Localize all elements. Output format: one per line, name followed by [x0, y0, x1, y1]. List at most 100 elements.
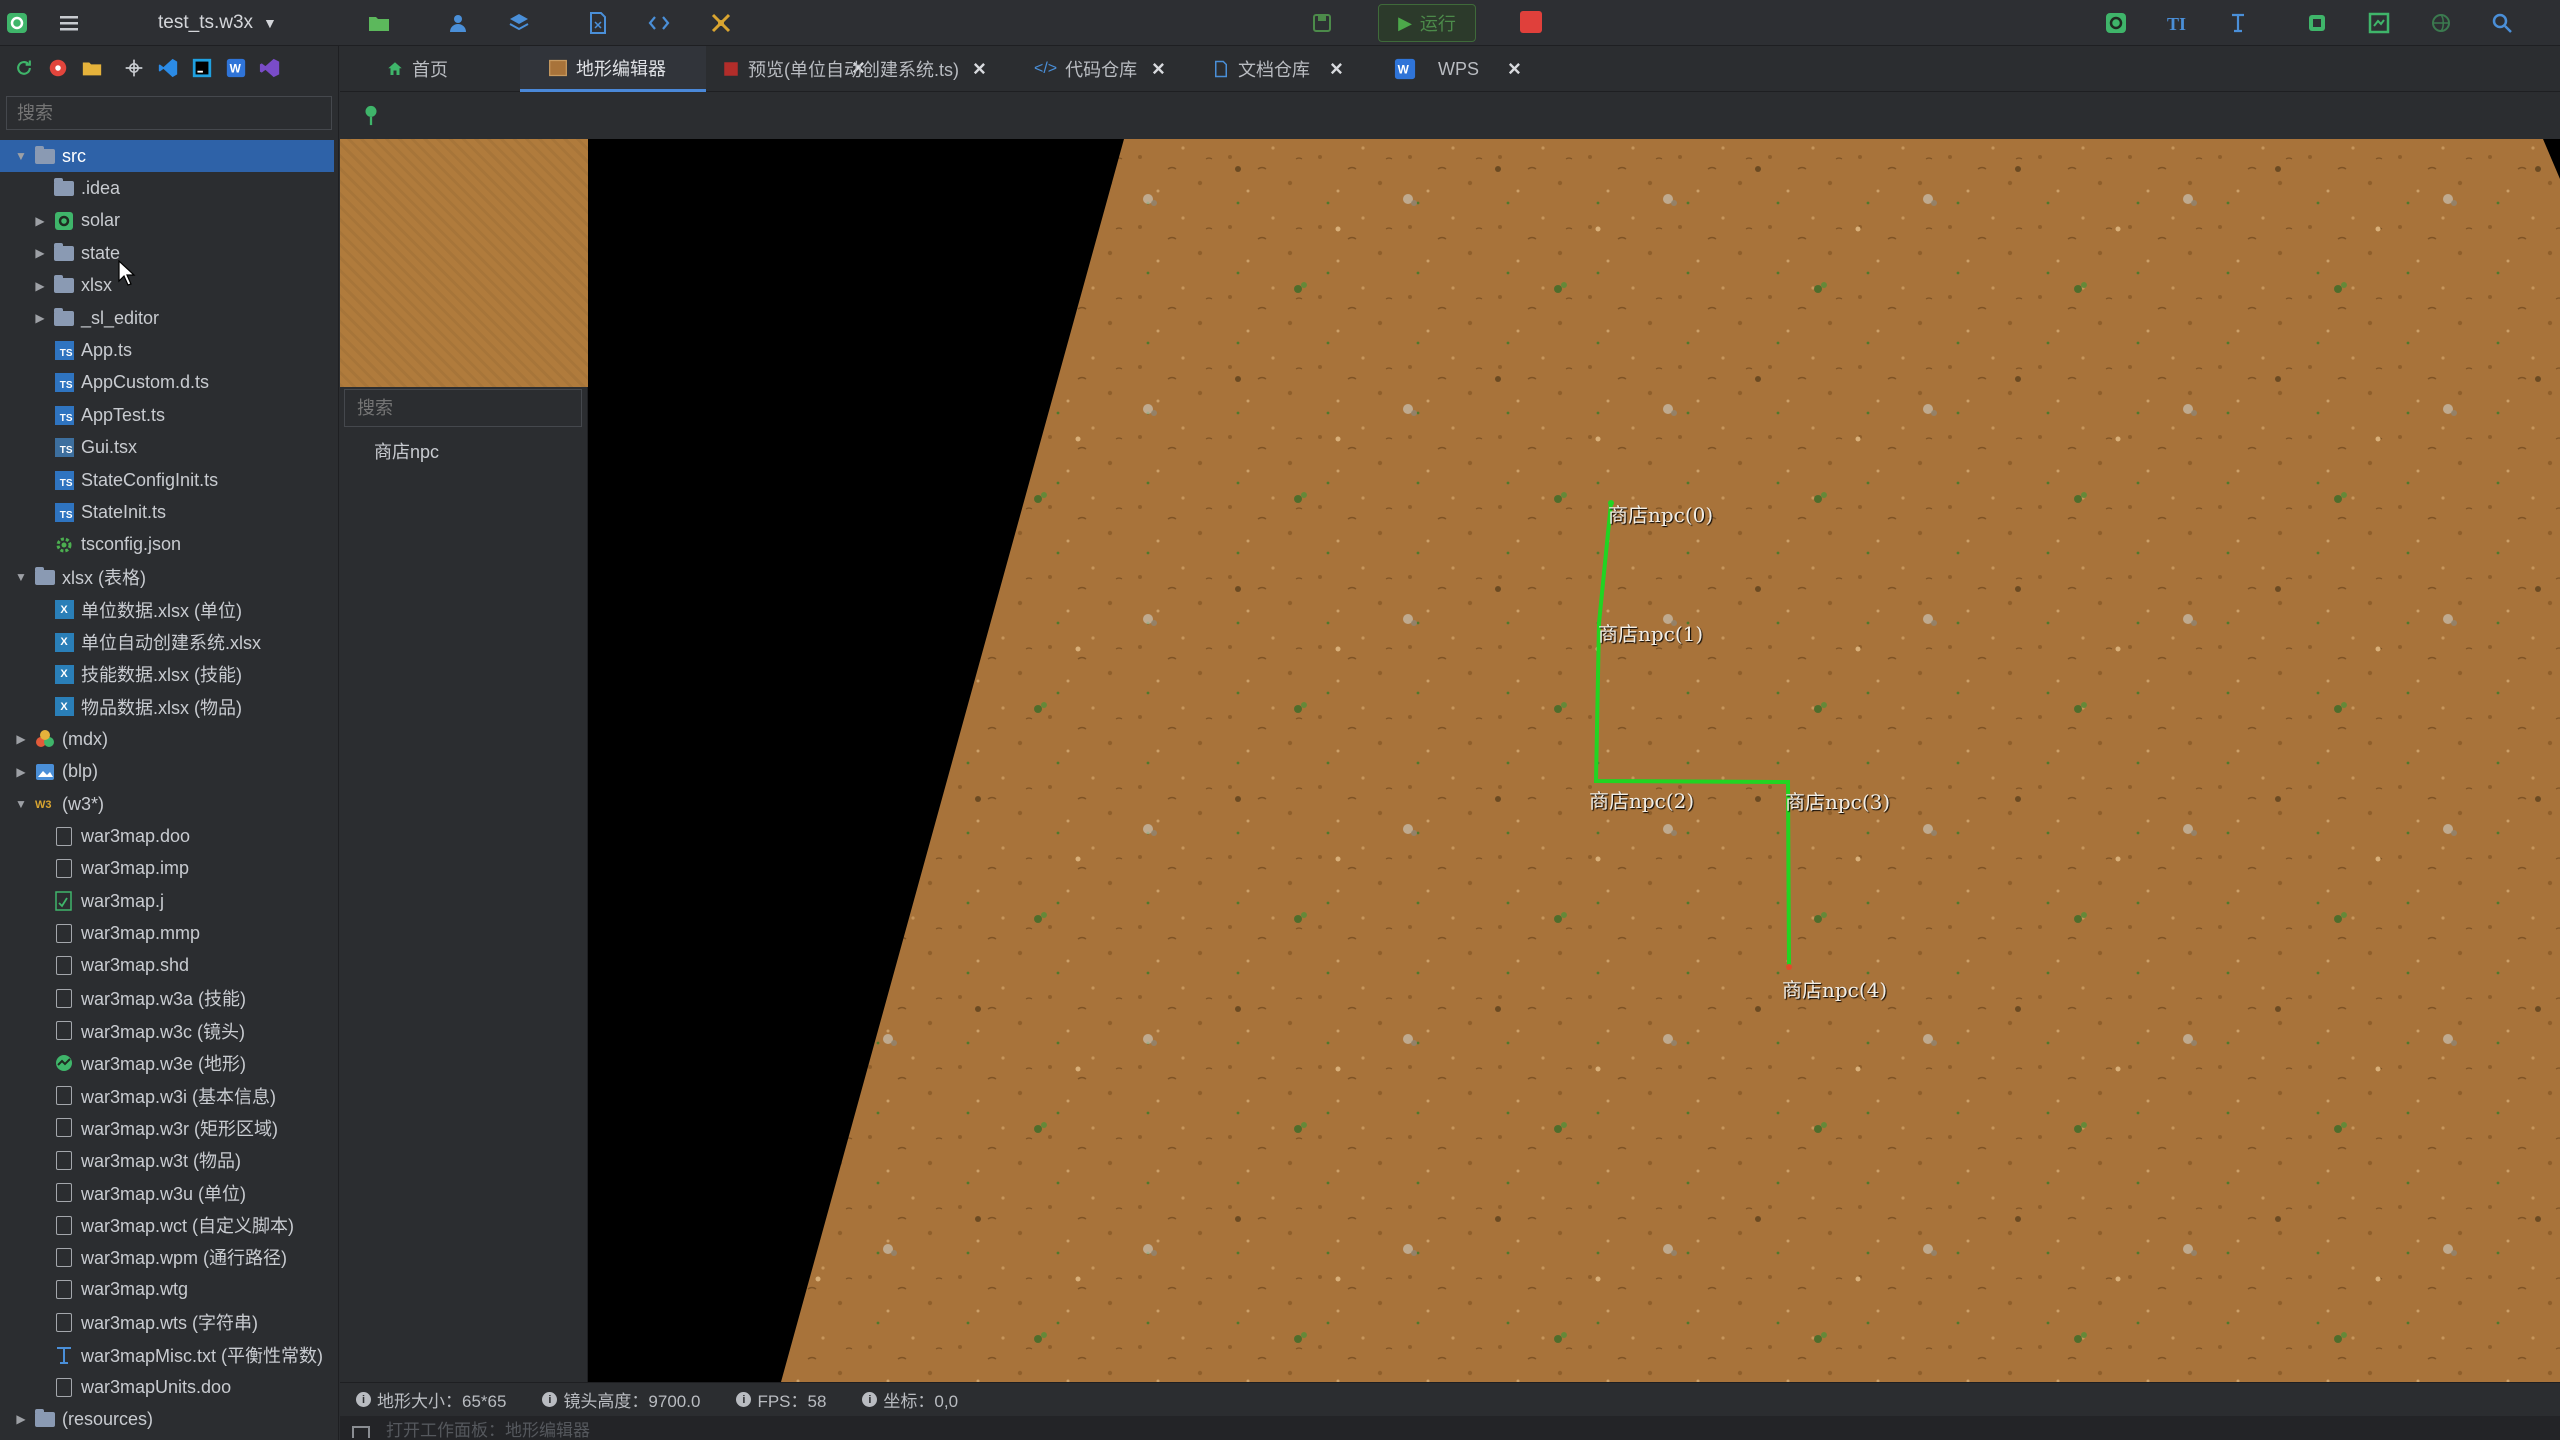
tree-item[interactable]: ▶ state — [0, 237, 338, 269]
tree-item[interactable]: war3map.imp — [0, 853, 338, 885]
bottom-panel-hint[interactable]: 打开工作面板：地形编辑器 — [340, 1416, 2560, 1440]
tree-item[interactable]: TS App.ts — [0, 334, 338, 366]
tab-terrain-editor[interactable]: 地形编辑器 × — [520, 46, 865, 92]
tree-item[interactable]: war3mapMisc.txt (平衡性常数) — [0, 1338, 338, 1370]
tree-item[interactable]: war3map.shd — [0, 950, 338, 982]
script-file-icon[interactable] — [581, 6, 615, 40]
vscode-icon[interactable] — [156, 56, 180, 80]
tree-item[interactable]: war3map.doo — [0, 820, 338, 852]
explorer-search-input[interactable] — [6, 96, 332, 130]
tree-item[interactable]: .idea — [0, 172, 338, 204]
object-list-item[interactable]: 商店npc — [374, 438, 439, 464]
save-icon[interactable] — [1305, 6, 1339, 40]
chevron-right-icon[interactable]: ▶ — [33, 214, 47, 228]
folder-open-icon[interactable] — [80, 56, 104, 80]
tree-item[interactable]: X 物品数据.xlsx (物品) — [0, 691, 338, 723]
tree-item[interactable]: TS AppTest.ts — [0, 399, 338, 431]
code-brackets-icon[interactable] — [642, 6, 676, 40]
minimap[interactable] — [340, 139, 588, 387]
globe-icon[interactable] — [2424, 6, 2458, 40]
panel-green-icon[interactable] — [2300, 6, 2334, 40]
tree-item[interactable]: war3map.w3a (技能) — [0, 982, 338, 1014]
tab-wps[interactable]: W WPS — [1394, 46, 1479, 92]
tools-cross-icon[interactable] — [704, 6, 738, 40]
tree-item[interactable]: war3map.w3u (单位) — [0, 1177, 338, 1209]
open-folder-icon[interactable] — [362, 6, 396, 40]
chevron-down-icon[interactable]: ▼ — [14, 570, 28, 584]
tree-item[interactable]: war3map.w3i (基本信息) — [0, 1079, 338, 1111]
tree-item[interactable]: TS StateInit.ts — [0, 496, 338, 528]
tree-item[interactable]: war3map.wpm (通行路径) — [0, 1241, 338, 1273]
chevron-right-icon[interactable]: ▶ — [33, 246, 47, 260]
tree-item[interactable]: war3map.j — [0, 885, 338, 917]
tree-item[interactable]: ▶ _sl_editor — [0, 302, 338, 334]
tree-item[interactable]: ▼ W3 (w3*) — [0, 788, 338, 820]
text-cursor-icon[interactable] — [2221, 6, 2255, 40]
chevron-down-icon[interactable]: ▼ — [14, 797, 28, 811]
tab-doc-repo[interactable]: 文档仓库 — [1212, 46, 1310, 92]
npc-label-0[interactable]: 商店npc(0) — [1608, 499, 1713, 528]
tree-item[interactable]: ▼ xlsx (表格) — [0, 561, 338, 593]
chevron-right-icon[interactable]: ▶ — [33, 311, 47, 325]
tree-item[interactable]: war3map.mmp — [0, 917, 338, 949]
tab-code-repo[interactable]: </> 代码仓库 — [1034, 46, 1137, 92]
npc-label-4[interactable]: 商店npc(4) — [1782, 974, 1887, 1003]
tab-wps-close-icon[interactable]: × — [1508, 56, 1521, 82]
search-icon[interactable] — [2485, 6, 2519, 40]
tree-item[interactable]: war3mapUnits.doo — [0, 1371, 338, 1403]
run-button[interactable]: ▶ 运行 — [1378, 4, 1476, 42]
tree-item[interactable]: war3map.w3r (矩形区域) — [0, 1112, 338, 1144]
tree-item[interactable]: war3map.w3e (地形) — [0, 1047, 338, 1079]
chevron-right-icon[interactable]: ▶ — [14, 765, 28, 779]
excel-file-icon: X — [53, 632, 75, 652]
tab-doc-repo-close-icon[interactable]: × — [1330, 56, 1343, 82]
tab-code-repo-close-icon[interactable]: × — [1152, 56, 1165, 82]
npc-label-3[interactable]: 商店npc(3) — [1785, 786, 1890, 815]
chevron-down-icon[interactable]: ▼ — [14, 149, 28, 163]
wps-app-icon[interactable]: W — [224, 56, 248, 80]
tree-item[interactable]: war3map.wts (字符串) — [0, 1306, 338, 1338]
tree-item[interactable]: X 技能数据.xlsx (技能) — [0, 658, 338, 690]
refresh-icon[interactable] — [12, 56, 36, 80]
object-search-input[interactable] — [344, 389, 582, 427]
tree-item[interactable]: TS StateConfigInit.ts — [0, 464, 338, 496]
tree-item[interactable]: ▶ (resources) — [0, 1403, 338, 1435]
tree-item[interactable]: X 单位数据.xlsx (单位) — [0, 593, 338, 625]
location-pin-icon[interactable] — [360, 102, 382, 128]
tree-item[interactable]: war3map.wct (自定义脚本) — [0, 1209, 338, 1241]
crosshair-icon[interactable] — [122, 56, 146, 80]
git-icon[interactable] — [46, 56, 70, 80]
npc-label-2[interactable]: 商店npc(2) — [1589, 785, 1694, 814]
layers-icon[interactable] — [502, 6, 536, 40]
tree-item[interactable]: TS AppCustom.d.ts — [0, 367, 338, 399]
text-format-icon[interactable]: TI — [2160, 6, 2194, 40]
tree-item[interactable]: war3map.w3t (物品) — [0, 1144, 338, 1176]
chevron-right-icon[interactable]: ▶ — [14, 1412, 28, 1426]
stop-button[interactable] — [1520, 11, 1542, 33]
solar-logo-icon[interactable] — [2099, 6, 2133, 40]
project-selector[interactable]: test_ts.w3x ▼ — [158, 8, 277, 38]
menu-icon[interactable] — [52, 6, 86, 40]
tree-item[interactable]: war3map.wtg — [0, 1274, 338, 1306]
tree-item[interactable]: ▶ xlsx — [0, 270, 338, 302]
tree-item[interactable]: war3map.w3c (镜头) — [0, 1015, 338, 1047]
tab-preview[interactable]: 预览(单位自动创建系统.ts) — [722, 46, 959, 92]
terrain-viewport[interactable]: 商店npc(0) 商店npc(1) 商店npc(2) 商店npc(3) 商店np… — [588, 139, 2560, 1382]
tree-item-label: war3map.wpm (通行路径) — [81, 1248, 288, 1269]
tree-item[interactable]: ▶ (mdx) — [0, 723, 338, 755]
unit-editor-icon[interactable] — [441, 6, 475, 40]
tab-preview-close-icon[interactable]: × — [973, 56, 986, 82]
tree-item[interactable]: ▶ solar — [0, 205, 338, 237]
npc-label-1[interactable]: 商店npc(1) — [1598, 618, 1703, 647]
tree-item[interactable]: ▼ src — [0, 140, 334, 173]
app-logo-icon[interactable] — [0, 6, 34, 40]
chevron-right-icon[interactable]: ▶ — [33, 279, 47, 293]
tree-item[interactable]: ▶ (blp) — [0, 755, 338, 787]
webstorm-icon[interactable] — [190, 56, 214, 80]
tree-item[interactable]: X 单位自动创建系统.xlsx — [0, 626, 338, 658]
tree-item[interactable]: TS Gui.tsx — [0, 432, 338, 464]
tree-item[interactable]: tsconfig.json — [0, 529, 338, 561]
chevron-right-icon[interactable]: ▶ — [14, 732, 28, 746]
visual-studio-icon[interactable] — [258, 56, 282, 80]
map-frame-icon[interactable] — [2362, 6, 2396, 40]
